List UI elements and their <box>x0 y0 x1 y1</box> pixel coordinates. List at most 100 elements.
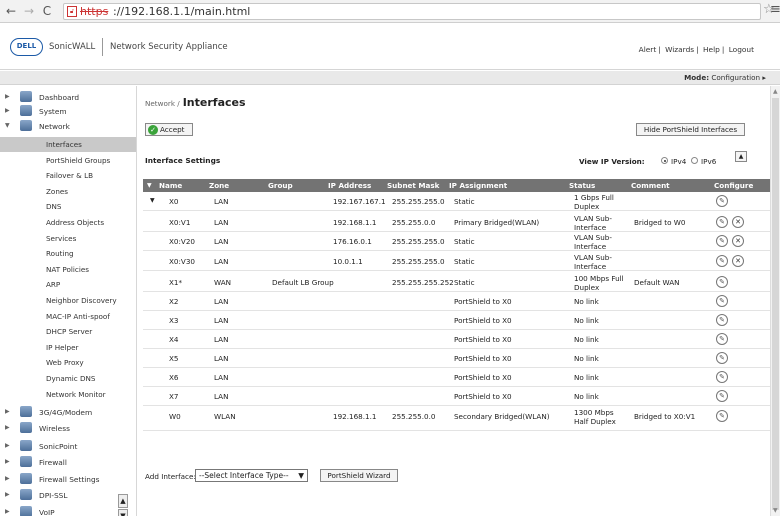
scroll-up-icon[interactable]: ▲ <box>773 88 778 95</box>
sidebar-item-label: Services <box>46 233 77 243</box>
wizards-link[interactable]: Wizards <box>665 45 694 54</box>
configure-icon[interactable]: ✎ <box>716 295 728 307</box>
ipv4-radio[interactable] <box>661 157 668 164</box>
sidebar-item-dynamic-dns[interactable]: Dynamic DNS <box>0 371 136 386</box>
sidebar-item-mac-ip-anti-spoof[interactable]: MAC-IP Anti-spoof <box>0 309 136 324</box>
col-assign[interactable]: IP Assignment <box>449 181 507 190</box>
accept-button[interactable]: ✓ Accept <box>145 123 193 136</box>
sidebar-item-ip-helper[interactable]: IP Helper <box>0 340 136 355</box>
alert-link[interactable]: Alert <box>639 45 657 54</box>
product-subtitle: Network Security Appliance <box>110 42 228 52</box>
sidebar-item-address-objects[interactable]: Address Objects <box>0 215 136 230</box>
sidebar-item-neighbor-discovery[interactable]: Neighbor Discovery <box>0 293 136 308</box>
scroll-down-icon[interactable]: ▼ <box>773 507 778 514</box>
sidebar-item-system[interactable]: ▶ System <box>0 105 130 118</box>
col-mask[interactable]: Subnet Mask <box>387 181 439 190</box>
sidebar-item-nat-policies[interactable]: NAT Policies <box>0 262 136 277</box>
sidebar-item-web-proxy[interactable]: Web Proxy <box>0 355 136 370</box>
sidebar-item-sonicpoint[interactable]: ▶ SonicPoint <box>0 440 130 453</box>
cell-ip: 176.16.0.1 <box>333 237 372 246</box>
sidebar-item-dpi-ssl[interactable]: ▶ DPI-SSL <box>0 489 130 502</box>
logout-link[interactable]: Logout <box>729 45 754 54</box>
sidebar-item-routing[interactable]: Routing <box>0 246 136 261</box>
configure-icon[interactable]: ✎ <box>716 314 728 326</box>
cell-status: No link <box>574 335 599 344</box>
cell-ip: 10.0.1.1 <box>333 257 363 266</box>
sidebar-item-zones[interactable]: Zones <box>0 184 136 199</box>
cell-name: X1* <box>169 278 183 287</box>
sidebar-item-firewall-settings[interactable]: ▶ Firewall Settings <box>0 473 130 486</box>
sidebar-item-voip[interactable]: ▶ VoIP <box>0 506 130 516</box>
delete-icon[interactable]: ✕ <box>732 216 744 228</box>
sidebar-item-label: DNS <box>46 202 62 212</box>
collapse-section-button[interactable]: ▲ <box>735 151 747 162</box>
configure-icon[interactable]: ✎ <box>716 333 728 345</box>
mode-bar: Mode: Configuration ▸ <box>0 71 780 85</box>
sidebar-item-dns[interactable]: DNS <box>0 199 136 214</box>
sidebar-item-network[interactable]: ▼ Network <box>0 120 130 133</box>
insecure-lock-icon[interactable]: 🔓︎ <box>67 6 77 17</box>
sidebar-item-arp[interactable]: ARP <box>0 277 136 292</box>
cell-assign: PortShield to X0 <box>454 392 512 401</box>
col-zone[interactable]: Zone <box>209 181 229 190</box>
configure-icon[interactable]: ✎ <box>716 276 728 288</box>
sidebar-item-failover-lb[interactable]: Failover & LB <box>0 168 136 183</box>
cell-zone: LAN <box>214 373 229 382</box>
address-bar[interactable]: 🔓︎ https ://192.168.1.1/main.html <box>63 3 761 20</box>
forward-icon[interactable]: → <box>22 3 36 19</box>
cell-name: X5 <box>169 354 179 363</box>
col-name[interactable]: Name <box>159 181 182 190</box>
sidebar-item-dhcp-server[interactable]: DHCP Server <box>0 324 136 339</box>
expand-arrow-icon: ▶ <box>5 107 10 114</box>
configure-icon[interactable]: ✎ <box>716 195 728 207</box>
sidebar-item-dashboard[interactable]: ▶ Dashboard <box>0 91 130 104</box>
sort-icon[interactable]: ▼ <box>147 182 152 189</box>
help-link[interactable]: Help <box>703 45 720 54</box>
breadcrumb-network[interactable]: Network / <box>145 99 180 108</box>
reload-icon[interactable]: C <box>40 3 54 19</box>
cell-status: VLAN Sub-Interface <box>574 253 612 271</box>
expand-row-icon[interactable]: ▼ <box>150 197 155 204</box>
configure-icon[interactable]: ✎ <box>716 352 728 364</box>
configure-icon[interactable]: ✎ <box>716 410 728 422</box>
hide-portshield-button[interactable]: Hide PortShield Interfaces <box>636 123 745 136</box>
cell-ip: 192.168.1.1 <box>333 218 377 227</box>
sidebar-item-label: IP Helper <box>46 342 79 352</box>
scroll-up-icon[interactable]: ▲ <box>118 494 128 508</box>
configure-icon[interactable]: ✎ <box>716 216 728 228</box>
3g-4g-modem-icon <box>20 406 32 417</box>
configure-icon[interactable]: ✎ <box>716 255 728 267</box>
col-group[interactable]: Group <box>268 181 293 190</box>
ipv6-radio[interactable] <box>691 157 698 164</box>
configure-icon[interactable]: ✎ <box>716 235 728 247</box>
add-interface-select[interactable]: --Select Interface Type-- ▼ <box>195 469 308 482</box>
sidebar-item-interfaces[interactable]: Interfaces <box>0 137 136 152</box>
sidebar-item-3g-4g-modem[interactable]: ▶ 3G/4G/Modem <box>0 406 130 419</box>
collapse-arrow-icon: ▼ <box>5 122 10 129</box>
browser-menu-icon[interactable]: ≡ <box>770 2 780 17</box>
col-comment[interactable]: Comment <box>631 181 670 190</box>
main-scrollbar[interactable]: ▲ ▼ <box>770 86 780 516</box>
sidebar-item-portshield-groups[interactable]: PortShield Groups <box>0 153 136 168</box>
cell-name: X4 <box>169 335 179 344</box>
col-status[interactable]: Status <box>569 181 595 190</box>
sidebar-item-label: NAT Policies <box>46 264 89 274</box>
sidebar-item-network-monitor[interactable]: Network Monitor <box>0 387 136 402</box>
sidebar-item-wireless[interactable]: ▶ Wireless <box>0 422 130 435</box>
portshield-wizard-button[interactable]: PortShield Wizard <box>320 469 398 482</box>
back-icon[interactable]: ← <box>4 3 18 19</box>
sidebar-scroll[interactable]: ▲ ▼ <box>118 494 128 516</box>
cell-assign: Static <box>454 197 475 206</box>
scroll-thumb[interactable] <box>772 98 779 510</box>
col-ip[interactable]: IP Address <box>328 181 371 190</box>
col-configure: Configure <box>714 181 754 190</box>
mode-indicator[interactable]: Mode: Configuration ▸ <box>684 73 766 82</box>
sidebar-item-services[interactable]: Services <box>0 231 136 246</box>
configure-icon[interactable]: ✎ <box>716 371 728 383</box>
delete-icon[interactable]: ✕ <box>732 235 744 247</box>
page-title: Interfaces <box>182 96 246 109</box>
delete-icon[interactable]: ✕ <box>732 255 744 267</box>
sidebar-item-firewall[interactable]: ▶ Firewall <box>0 456 130 469</box>
configure-icon[interactable]: ✎ <box>716 390 728 402</box>
scroll-down-icon[interactable]: ▼ <box>118 509 128 516</box>
